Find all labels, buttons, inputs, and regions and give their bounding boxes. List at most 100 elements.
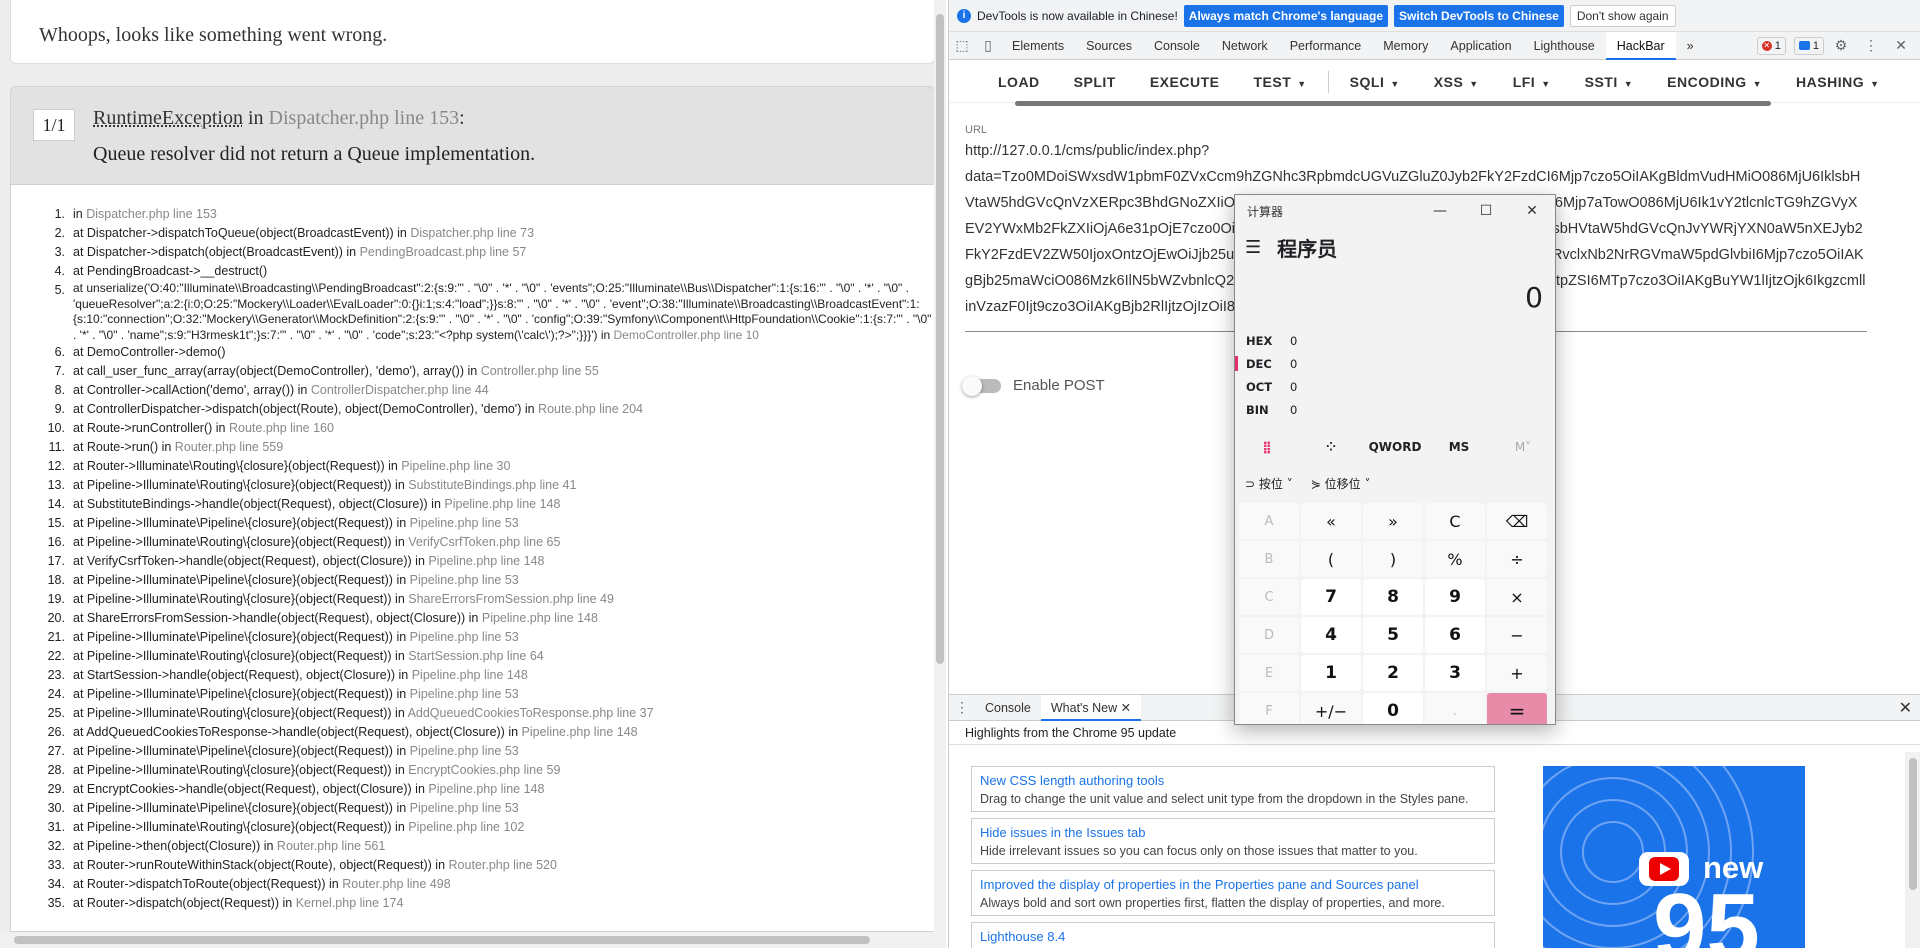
key-0-0[interactable]: A (1239, 503, 1299, 539)
key-4-4[interactable]: + (1487, 655, 1547, 691)
hackbar-lfi-button[interactable]: LFI ▼ (1496, 74, 1568, 90)
message-counter[interactable]: 1 (1793, 36, 1824, 55)
key-2-3[interactable]: 9 (1425, 579, 1485, 615)
settings-gear-icon[interactable]: ⚙ (1828, 37, 1854, 54)
key-5-2[interactable]: 0 (1363, 693, 1423, 724)
close-devtools-icon[interactable]: ✕ (1888, 37, 1914, 54)
close-drawer-icon[interactable]: ✕ (1899, 698, 1912, 718)
tab-memory[interactable]: Memory (1372, 32, 1439, 60)
key-3-0[interactable]: D (1239, 617, 1299, 653)
key-5-0[interactable]: F (1239, 693, 1299, 724)
card-title-link[interactable]: Lighthouse 8.4 (980, 928, 1486, 946)
match-language-button[interactable]: Always match Chrome's language (1183, 4, 1389, 27)
full-keypad-icon[interactable]: ⣿ (1235, 440, 1299, 454)
close-icon[interactable]: ✕ (1509, 203, 1555, 219)
hackbar-test-button[interactable]: TEST ▼ (1236, 74, 1323, 90)
key-0-3[interactable]: C (1425, 503, 1485, 539)
hackbar-scrollbar[interactable] (949, 101, 1920, 106)
bitwise-dropdown[interactable]: ⊃ 按位 ˅ (1245, 475, 1293, 492)
hamburger-menu-icon[interactable]: ☰ (1245, 237, 1261, 258)
word-size-button[interactable]: QWORD (1363, 440, 1427, 454)
whats-new-card[interactable]: New CSS length authoring tools Drag to ch… (971, 766, 1495, 812)
base-row-oct[interactable]: OCT 0 (1235, 375, 1555, 398)
key-3-2[interactable]: 5 (1363, 617, 1423, 653)
close-tab-icon[interactable]: ✕ (1121, 701, 1131, 715)
tab-hackbar[interactable]: HackBar (1605, 31, 1676, 60)
key-1-2[interactable]: ) (1363, 541, 1423, 577)
device-toolbar-icon[interactable]: ▯ (975, 37, 1001, 54)
key-4-0[interactable]: E (1239, 655, 1299, 691)
key-2-0[interactable]: C (1239, 579, 1299, 615)
key-0-1[interactable]: « (1301, 503, 1361, 539)
tab-elements[interactable]: Elements (1001, 32, 1075, 60)
key-5-1[interactable]: +/− (1301, 693, 1361, 724)
hackbar-ssti-button[interactable]: SSTI ▼ (1568, 74, 1651, 90)
card-title-link[interactable]: New CSS length authoring tools (980, 772, 1486, 790)
key-5-3[interactable]: . (1425, 693, 1485, 724)
key-4-2[interactable]: 2 (1363, 655, 1423, 691)
key-1-1[interactable]: ( (1301, 541, 1361, 577)
dont-show-again-button[interactable]: Don't show again (1569, 4, 1676, 27)
scroll-thumb[interactable] (1015, 101, 1771, 106)
drawer-tab-whats-new[interactable]: What's New ✕ (1040, 694, 1142, 721)
key-1-0[interactable]: B (1239, 541, 1299, 577)
enable-post-toggle[interactable] (962, 375, 1001, 396)
enable-post[interactable]: Enable POST (962, 375, 1105, 396)
whats-new-card[interactable]: Lighthouse 8.4A new audit to detect when… (971, 922, 1495, 948)
tab-lighthouse[interactable]: Lighthouse (1523, 32, 1606, 60)
key-3-4[interactable]: − (1487, 617, 1547, 653)
base-row-dec[interactable]: DEC 0 (1235, 352, 1555, 375)
page-horizontal-scrollbar[interactable] (0, 932, 946, 948)
card-title-link[interactable]: Improved the display of properties in th… (980, 876, 1486, 894)
hackbar-hashing-button[interactable]: HASHING ▼ (1779, 74, 1896, 90)
scroll-thumb[interactable] (14, 936, 870, 944)
hackbar-load-button[interactable]: LOAD (981, 74, 1057, 90)
key-5-4[interactable]: = (1487, 693, 1547, 724)
tab-performance[interactable]: Performance (1279, 32, 1373, 60)
memory-store-button[interactable]: MS (1427, 440, 1491, 454)
key-0-4[interactable]: ⌫ (1487, 503, 1547, 539)
key-2-2[interactable]: 8 (1363, 579, 1423, 615)
drawer-menu-icon[interactable]: ⋮ (949, 699, 975, 716)
bitshift-dropdown[interactable]: ⋟ 位移位 ˅ (1311, 475, 1371, 492)
more-tabs-icon[interactable]: » (1676, 32, 1705, 60)
toggle-knob[interactable] (962, 375, 982, 396)
hackbar-encoding-button[interactable]: ENCODING ▼ (1650, 74, 1779, 90)
hackbar-execute-button[interactable]: EXECUTE (1133, 74, 1237, 90)
error-counter[interactable]: ✕ 1 (1756, 36, 1786, 55)
hackbar-xss-button[interactable]: XSS ▼ (1417, 74, 1496, 90)
maximize-icon[interactable]: ☐ (1463, 203, 1509, 219)
scroll-thumb[interactable] (936, 14, 944, 664)
minimize-icon[interactable]: — (1417, 203, 1463, 219)
key-1-3[interactable]: % (1425, 541, 1485, 577)
base-row-bin[interactable]: BIN 0 (1235, 398, 1555, 421)
inspect-element-icon[interactable]: ⬚ (949, 37, 975, 54)
calculator-titlebar[interactable]: 计算器 — ☐ ✕ (1235, 195, 1555, 227)
hackbar-sqli-button[interactable]: SQLI ▼ (1333, 74, 1417, 90)
key-1-4[interactable]: ÷ (1487, 541, 1547, 577)
key-3-3[interactable]: 6 (1425, 617, 1485, 653)
whats-new-card[interactable]: Improved the display of properties in th… (971, 870, 1495, 916)
scroll-thumb[interactable] (1909, 758, 1917, 890)
hackbar-split-button[interactable]: SPLIT (1057, 74, 1133, 90)
bit-toggle-keypad-icon[interactable]: ⁘ (1299, 440, 1363, 454)
key-4-3[interactable]: 3 (1425, 655, 1485, 691)
drawer-tab-console[interactable]: Console (975, 695, 1041, 721)
key-2-4[interactable]: × (1487, 579, 1547, 615)
key-0-2[interactable]: » (1363, 503, 1423, 539)
tab-sources[interactable]: Sources (1075, 32, 1143, 60)
chrome95-video-thumbnail[interactable]: new 95 (1543, 766, 1805, 948)
base-row-hex[interactable]: HEX 0 (1235, 329, 1555, 352)
switch-chinese-button[interactable]: Switch DevTools to Chinese (1394, 4, 1564, 27)
exception-class[interactable]: RuntimeException (93, 107, 243, 129)
key-3-1[interactable]: 4 (1301, 617, 1361, 653)
kebab-menu-icon[interactable]: ⋮ (1858, 37, 1884, 54)
key-4-1[interactable]: 1 (1301, 655, 1361, 691)
tab-network[interactable]: Network (1211, 32, 1279, 60)
key-2-1[interactable]: 7 (1301, 579, 1361, 615)
memory-list-button[interactable]: M˅ (1491, 440, 1555, 454)
tab-application[interactable]: Application (1439, 32, 1522, 60)
drawer-scrollbar[interactable] (1905, 752, 1920, 948)
tab-console[interactable]: Console (1143, 32, 1211, 60)
card-title-link[interactable]: Hide issues in the Issues tab (980, 824, 1486, 842)
